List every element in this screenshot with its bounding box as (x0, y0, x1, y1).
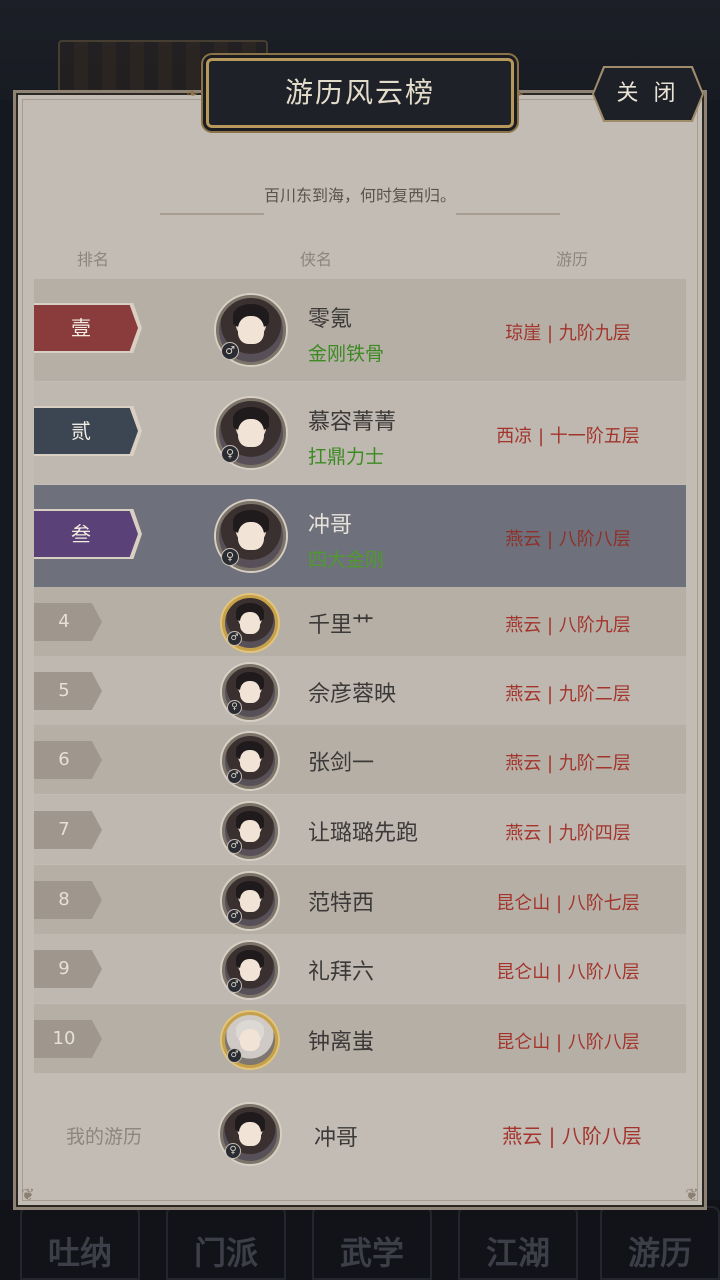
player-name: 钟离蚩 (308, 1030, 375, 1055)
player-title: 金刚铁骨 (308, 343, 385, 365)
my-name: 冲哥 (314, 1126, 359, 1151)
player-title: 四大金刚 (308, 549, 385, 571)
nav-item-tuna[interactable]: 吐纳 (20, 1206, 140, 1280)
travel-progress: 燕云 | 八阶九层 (505, 615, 631, 636)
table-row-self[interactable]: 叁 ♀ 冲哥 四大金刚 燕云 | 八阶八层 (34, 485, 686, 587)
avatar-face (239, 1122, 261, 1146)
avatar-face (240, 820, 260, 842)
avatar[interactable]: ♂ (222, 1012, 278, 1068)
avatar-face (238, 315, 264, 345)
nav-item-jianghu[interactable]: 江湖 (458, 1206, 578, 1280)
bottom-nav: 吐纳 门派 武学 江湖 游历 (0, 1200, 720, 1280)
travel-progress: 琼崖 | 九阶九层 (505, 323, 631, 344)
gender-icon: ♂ (227, 1048, 242, 1063)
subtitle-verse: 百川东到海，何时复西归。 (263, 186, 456, 205)
nav-item-menpai[interactable]: 门派 (166, 1206, 286, 1280)
avatar-face (240, 612, 260, 634)
my-avatar[interactable]: ♀ (220, 1104, 280, 1164)
avatar[interactable]: ♀ (216, 398, 286, 468)
gender-icon: ♀ (221, 445, 239, 463)
avatar-face (240, 890, 260, 912)
rank-badge: 5 (34, 672, 102, 710)
player-title: 扛鼎力士 (308, 446, 385, 468)
rank-badge: 8 (34, 881, 102, 919)
rank-badge: 7 (34, 811, 102, 849)
gender-icon: ♂ (227, 769, 242, 784)
rank-badge: 6 (34, 741, 102, 779)
page-title: 游历风云榜 (206, 58, 514, 128)
table-row[interactable]: 贰 ♀ 慕容菁菁 扛鼎力士 西凉 | 十一阶五层 (34, 382, 686, 484)
column-header-name: 侠名 (300, 250, 333, 269)
avatar[interactable]: ♂ (222, 595, 278, 651)
avatar[interactable]: ♂ (222, 803, 278, 859)
column-header-rank: 排名 (77, 250, 110, 269)
nav-item-youli[interactable]: 游历 (600, 1206, 720, 1280)
close-button[interactable]: 关 闭 (594, 68, 702, 120)
travel-progress: 燕云 | 八阶八层 (505, 529, 631, 550)
travel-progress: 燕云 | 九阶四层 (505, 823, 631, 844)
player-name: 让璐璐先跑 (308, 821, 419, 846)
gender-icon: ♂ (221, 342, 239, 360)
player-name: 冲哥 (308, 513, 353, 538)
table-row[interactable]: 9 ♂ 礼拜六 昆仑山 | 八阶八层 (34, 934, 686, 1003)
gender-icon: ♂ (227, 978, 242, 993)
avatar-face (240, 750, 260, 772)
my-record-label: 我的游历 (66, 1126, 143, 1148)
avatar[interactable]: ♂ (222, 942, 278, 998)
avatar[interactable]: ♀ (216, 501, 286, 571)
gender-icon: ♀ (221, 548, 239, 566)
player-name: 慕容菁菁 (308, 410, 397, 435)
table-row[interactable]: 壹 ♂ 零氪 金刚铁骨 琼崖 | 九阶九层 (34, 279, 686, 381)
travel-progress: 西凉 | 十一阶五层 (496, 426, 640, 447)
avatar-face (238, 521, 264, 551)
avatar-face (240, 681, 260, 703)
rank-badge: 壹 (34, 305, 138, 351)
divider-right (456, 213, 560, 215)
gender-icon: ♂ (227, 631, 242, 646)
travel-progress: 昆仑山 | 八阶七层 (496, 893, 640, 914)
rank-badge: 4 (34, 603, 102, 641)
travel-progress: 昆仑山 | 八阶八层 (496, 1032, 640, 1053)
gender-icon: ♀ (225, 1143, 241, 1159)
table-row[interactable]: 4 ♂ 千里艹 燕云 | 八阶九层 (34, 587, 686, 656)
divider-left (160, 213, 264, 215)
table-row[interactable]: 7 ♂ 让璐璐先跑 燕云 | 九阶四层 (34, 795, 686, 864)
rank-badge: 9 (34, 950, 102, 988)
gender-icon: ♂ (227, 909, 242, 924)
player-name: 千里艹 (308, 613, 375, 638)
table-row[interactable]: 8 ♂ 范特西 昆仑山 | 八阶七层 (34, 865, 686, 934)
travel-progress: 燕云 | 九阶二层 (505, 684, 631, 705)
player-name: 礼拜六 (308, 960, 375, 985)
my-progress: 燕云 | 八阶八层 (502, 1124, 642, 1148)
player-name: 佘彦蓉映 (308, 682, 397, 707)
table-row[interactable]: 6 ♂ 张剑一 燕云 | 九阶二层 (34, 725, 686, 794)
avatar[interactable]: ♂ (222, 873, 278, 929)
title-wing-right-icon: ❧ (512, 86, 524, 102)
avatar-face (240, 1029, 260, 1051)
rank-badge: 贰 (34, 408, 138, 454)
avatar[interactable]: ♀ (222, 664, 278, 720)
player-name: 范特西 (308, 891, 375, 916)
column-header-progress: 游历 (556, 250, 589, 269)
corner-ornament-icon: ❦ (21, 1185, 35, 1204)
avatar-face (240, 959, 260, 981)
corner-ornament-icon: ❦ (685, 1185, 699, 1204)
avatar[interactable]: ♂ (216, 295, 286, 365)
gender-icon: ♀ (227, 700, 242, 715)
gender-icon: ♂ (227, 839, 242, 854)
player-name: 零氪 (308, 307, 353, 332)
table-row[interactable]: 10 ♂ 钟离蚩 昆仑山 | 八阶八层 (34, 1004, 686, 1073)
avatar[interactable]: ♂ (222, 733, 278, 789)
player-name: 张剑一 (308, 751, 375, 776)
rank-badge: 10 (34, 1020, 102, 1058)
avatar-face (238, 418, 264, 448)
table-row[interactable]: 5 ♀ 佘彦蓉映 燕云 | 九阶二层 (34, 656, 686, 725)
travel-progress: 燕云 | 九阶二层 (505, 753, 631, 774)
rank-badge: 叁 (34, 511, 138, 557)
travel-progress: 昆仑山 | 八阶八层 (496, 962, 640, 983)
nav-item-wuxue[interactable]: 武学 (312, 1206, 432, 1280)
